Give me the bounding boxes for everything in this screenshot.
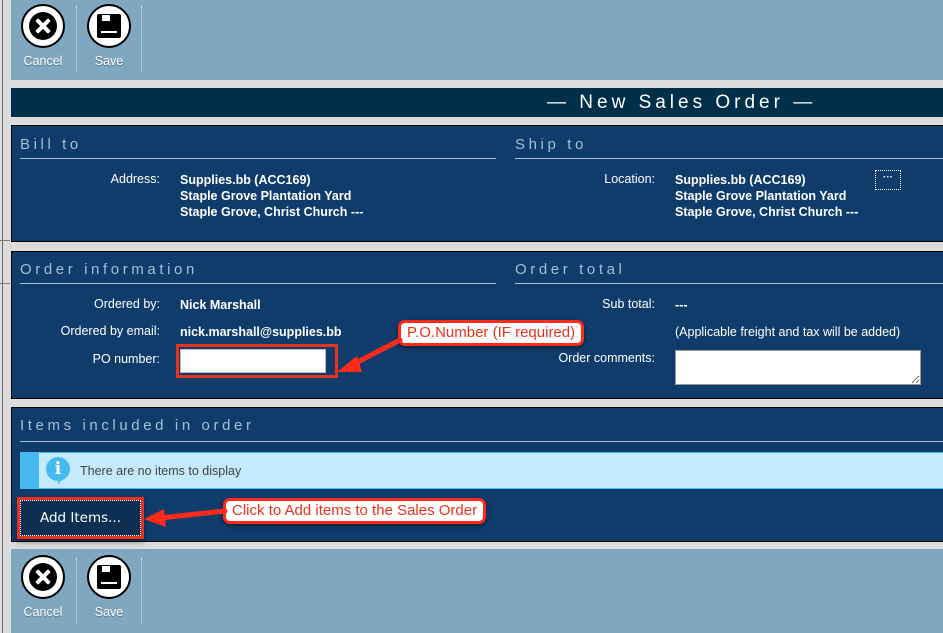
- cancel-button-bottom[interactable]: Cancel: [11, 555, 75, 625]
- cancel-icon: [29, 563, 57, 591]
- bottom-toolbar: Cancel Save: [11, 549, 943, 633]
- add-items-arrow: [144, 508, 228, 527]
- cancel-label: Cancel: [23, 605, 63, 619]
- toolbar-divider: [141, 558, 142, 624]
- floppy-disk-icon: [97, 565, 121, 589]
- annotation-arrows: [144, 337, 403, 527]
- save-button-bottom[interactable]: Save: [77, 555, 141, 625]
- save-label: Save: [94, 605, 124, 619]
- po-arrow: [337, 337, 403, 372]
